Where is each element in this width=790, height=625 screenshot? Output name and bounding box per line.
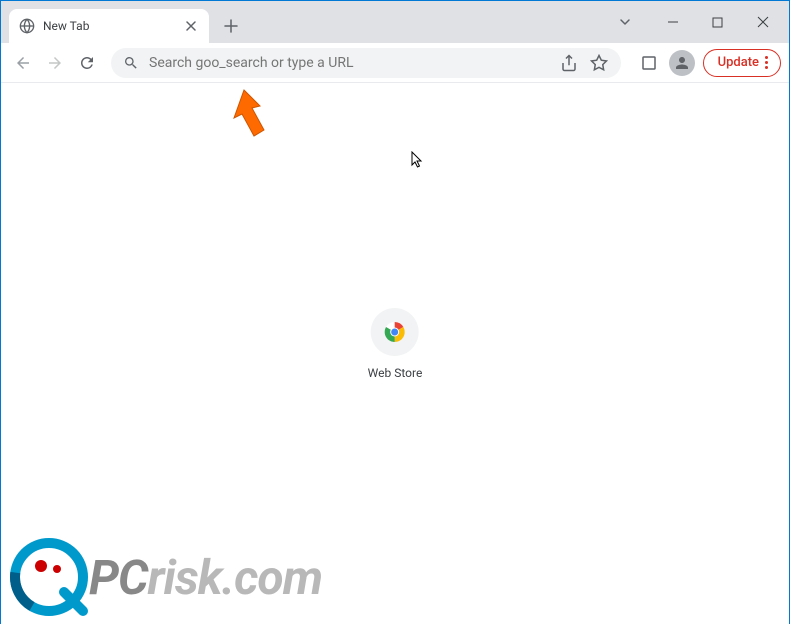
back-button[interactable] bbox=[9, 49, 37, 77]
annotation-arrow bbox=[216, 86, 276, 150]
globe-icon bbox=[19, 18, 35, 34]
extensions-icon[interactable] bbox=[637, 51, 661, 75]
shortcut-label: Web Store bbox=[368, 366, 423, 380]
titlebar: New Tab bbox=[1, 1, 789, 43]
watermark: PCrisk.com bbox=[9, 537, 322, 617]
close-tab-icon[interactable] bbox=[183, 18, 199, 34]
browser-tab[interactable]: New Tab bbox=[9, 9, 209, 43]
update-button[interactable]: Update bbox=[703, 49, 781, 77]
close-window-button[interactable] bbox=[740, 7, 785, 37]
menu-icon bbox=[765, 56, 768, 69]
new-tab-button[interactable] bbox=[217, 12, 245, 40]
profile-button[interactable] bbox=[669, 50, 695, 76]
maximize-button[interactable] bbox=[695, 7, 740, 37]
reload-button[interactable] bbox=[73, 49, 101, 77]
toolbar: Update bbox=[1, 43, 789, 83]
webstore-icon bbox=[371, 308, 419, 356]
update-label: Update bbox=[718, 55, 759, 70]
shortcut-item[interactable]: Web Store bbox=[368, 308, 423, 380]
tab-search-button[interactable] bbox=[610, 7, 640, 37]
share-icon[interactable] bbox=[559, 53, 579, 73]
bookmark-icon[interactable] bbox=[589, 53, 609, 73]
minimize-button[interactable] bbox=[650, 7, 695, 37]
omnibox[interactable] bbox=[111, 48, 621, 78]
window-controls bbox=[610, 1, 789, 43]
search-icon bbox=[123, 55, 139, 71]
tab-title: New Tab bbox=[43, 19, 175, 33]
address-input[interactable] bbox=[149, 55, 549, 71]
content-area: Web Store PCrisk.com bbox=[1, 83, 789, 625]
watermark-logo-icon bbox=[9, 537, 89, 617]
watermark-text: PCrisk.com bbox=[89, 549, 322, 606]
forward-button[interactable] bbox=[41, 49, 69, 77]
cursor-icon bbox=[411, 151, 425, 173]
